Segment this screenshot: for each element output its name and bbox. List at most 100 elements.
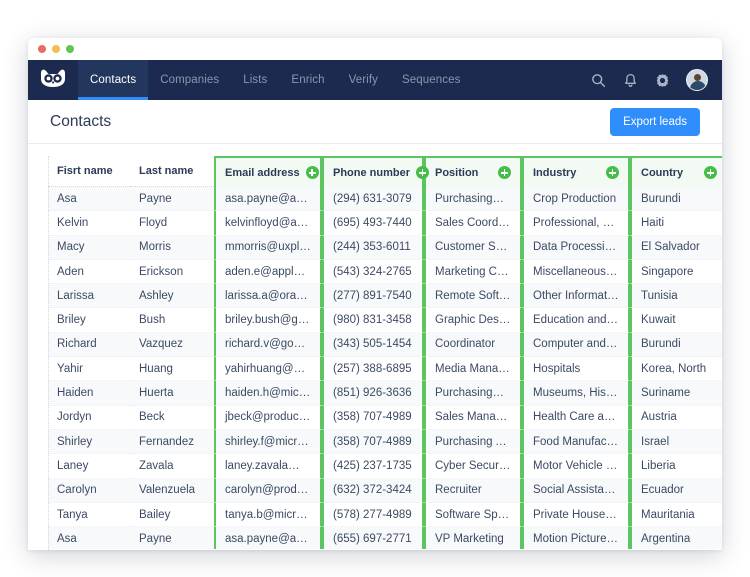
- cell-phone: (632) 372-3424: [322, 478, 424, 503]
- cell-position: Sales Manager: [424, 405, 522, 430]
- cell-email: asa.payne@am…: [214, 527, 322, 549]
- cell-country: Mauritania: [630, 502, 722, 528]
- column-header-phone-number[interactable]: Phone number: [322, 156, 430, 187]
- cell-phone: (695) 493-7440: [322, 211, 424, 236]
- cell-first-name: Tanya: [48, 503, 130, 528]
- cell-industry: Other Informati…: [522, 284, 630, 309]
- unlock-plus-icon[interactable]: [498, 166, 511, 179]
- cell-last-name: Huang: [130, 357, 214, 382]
- minimize-window-button[interactable]: [52, 45, 60, 53]
- cell-first-name: Larissa: [48, 284, 130, 309]
- table-row[interactable]: Briley Bush briley.bush@go… (980) 831-3458 G…: [48, 308, 722, 333]
- column-header-last-name[interactable]: Last name: [130, 156, 214, 187]
- cell-phone: (294) 631-3079: [322, 187, 424, 212]
- cell-position: Purchasing A…: [424, 429, 522, 455]
- table-row[interactable]: Asa Payne asa.payne@am… (294) 631-3079 Purch…: [48, 187, 722, 212]
- user-avatar[interactable]: [686, 69, 708, 91]
- gear-icon[interactable]: [654, 72, 670, 88]
- table-row[interactable]: Laney Zavala laney.zavala@p… (425) 237-1735…: [48, 454, 722, 479]
- cell-email: laney.zavala@p…: [214, 454, 322, 479]
- table-row[interactable]: Tanya Bailey tanya.b@micro… (578) 277-4989 S…: [48, 502, 722, 528]
- cell-country: Burundi: [630, 187, 722, 212]
- cell-position: Remote Soft…: [424, 284, 522, 309]
- column-header-label: Industry: [533, 166, 577, 179]
- cell-last-name: Vazquez: [130, 332, 214, 358]
- unlock-plus-icon[interactable]: [606, 166, 619, 179]
- cell-country: Austria: [630, 405, 722, 430]
- cell-position: Customer Se…: [424, 235, 522, 260]
- cell-last-name: Ashley: [130, 284, 214, 309]
- column-header-label: Email address: [225, 166, 300, 179]
- cell-phone: (358) 707-4989: [322, 429, 424, 455]
- nav-item-verify[interactable]: Verify: [337, 60, 390, 100]
- table-row[interactable]: Shirley Fernandez shirley.f@micro… (358) 70…: [48, 429, 722, 455]
- cell-email: mmorris@uxpla…: [214, 235, 322, 260]
- table-row[interactable]: Yahir Huang yahirhuang@ux… (257) 388-6895 Me…: [48, 357, 722, 382]
- cell-email: aden.e@apple.…: [214, 259, 322, 285]
- cell-industry: Motor Vehicle a…: [522, 454, 630, 479]
- page-header: Contacts Export leads: [28, 100, 722, 144]
- cell-position: Coordinator: [424, 332, 522, 358]
- cell-industry: Food Manufact…: [522, 429, 630, 455]
- table-row[interactable]: Aden Erickson aden.e@apple.… (543) 324-2765…: [48, 259, 722, 285]
- export-leads-button[interactable]: Export leads: [610, 107, 700, 136]
- unlock-plus-icon[interactable]: [305, 166, 319, 179]
- cell-position: Media Mana…: [424, 357, 522, 382]
- cell-first-name: Macy: [48, 235, 130, 260]
- table-row[interactable]: Asa Payne asa.payne@am… (655) 697-2771 VP Ma…: [48, 527, 722, 549]
- unlock-plus-icon[interactable]: [704, 166, 717, 179]
- cell-last-name: Valenzuela: [130, 478, 214, 503]
- cell-country: Burundi: [630, 332, 722, 358]
- nav-item-lists[interactable]: Lists: [231, 60, 279, 100]
- cell-industry: Social Assistance: [522, 478, 630, 503]
- column-header-email-address[interactable]: Email address: [214, 156, 322, 187]
- table-row[interactable]: Kelvin Floyd kelvinfloyd@ap… (695) 493-7440…: [48, 211, 722, 236]
- cell-first-name: Yahir: [48, 357, 130, 382]
- column-header-industry[interactable]: Industry: [522, 156, 630, 187]
- app-window: Contacts Companies Lists Enrich Verify S…: [28, 38, 722, 550]
- page-title: Contacts: [50, 112, 112, 130]
- cell-industry: Education and…: [522, 308, 630, 333]
- cell-email: yahirhuang@ux…: [214, 357, 322, 382]
- cell-position: Recruiter: [424, 478, 522, 503]
- cell-industry: Miscellaneous…: [522, 259, 630, 285]
- nav-item-contacts[interactable]: Contacts: [78, 60, 149, 100]
- search-icon[interactable]: [590, 72, 606, 88]
- unlock-plus-icon[interactable]: [416, 166, 430, 179]
- table-row[interactable]: Haiden Huerta haiden.h@micr… (851) 926-3636…: [48, 381, 722, 406]
- column-header-position[interactable]: Position: [424, 156, 522, 187]
- window-titlebar: [28, 38, 722, 60]
- nav-item-label: Contacts: [90, 74, 137, 86]
- table-row[interactable]: Jordyn Beck jbeck@product… (358) 707-4989 Sa…: [48, 405, 722, 430]
- column-header-country[interactable]: Country: [630, 156, 722, 187]
- nav-item-companies[interactable]: Companies: [148, 60, 231, 100]
- cell-phone: (980) 831-3458: [322, 308, 424, 333]
- cell-last-name: Floyd: [130, 211, 214, 236]
- cell-position: VP Marketing: [424, 527, 522, 549]
- cell-country: Ecuador: [630, 478, 722, 503]
- table-row[interactable]: Carolyn Valenzuela carolyn@produ… (632) 372…: [48, 478, 722, 503]
- cell-country: Kuwait: [630, 308, 722, 333]
- nav-item-sequences[interactable]: Sequences: [390, 60, 472, 100]
- nav-item-enrich[interactable]: Enrich: [279, 60, 336, 100]
- column-header-first-name[interactable]: Fisrt name: [48, 156, 130, 187]
- table-row[interactable]: Macy Morris mmorris@uxpla… (244) 353-6011 Cu…: [48, 235, 722, 260]
- table-row[interactable]: Richard Vazquez richard.v@goo… (343) 505-14…: [48, 332, 722, 358]
- column-header-label: Last name: [139, 165, 194, 177]
- maximize-window-button[interactable]: [66, 45, 74, 53]
- cell-first-name: Carolyn: [48, 478, 130, 503]
- cell-position: Graphic Desi…: [424, 308, 522, 333]
- close-window-button[interactable]: [38, 45, 46, 53]
- cell-position: Purchasing…: [424, 381, 522, 406]
- cell-first-name: Laney: [48, 454, 130, 479]
- cell-country: Tunisia: [630, 284, 722, 309]
- column-header-label: Position: [435, 166, 479, 179]
- contacts-table-container: Fisrt name Last name Email address Phone…: [28, 144, 722, 550]
- cell-industry: Crop Production: [522, 187, 630, 212]
- app-logo[interactable]: [28, 60, 78, 100]
- cell-phone: (244) 353-6011: [322, 235, 424, 260]
- table-row[interactable]: Larissa Ashley larissa.a@oracl… (277) 891-7…: [48, 284, 722, 309]
- cell-industry: Professional, Sc…: [522, 211, 630, 236]
- cell-first-name: Asa: [48, 187, 130, 212]
- bell-icon[interactable]: [622, 72, 638, 88]
